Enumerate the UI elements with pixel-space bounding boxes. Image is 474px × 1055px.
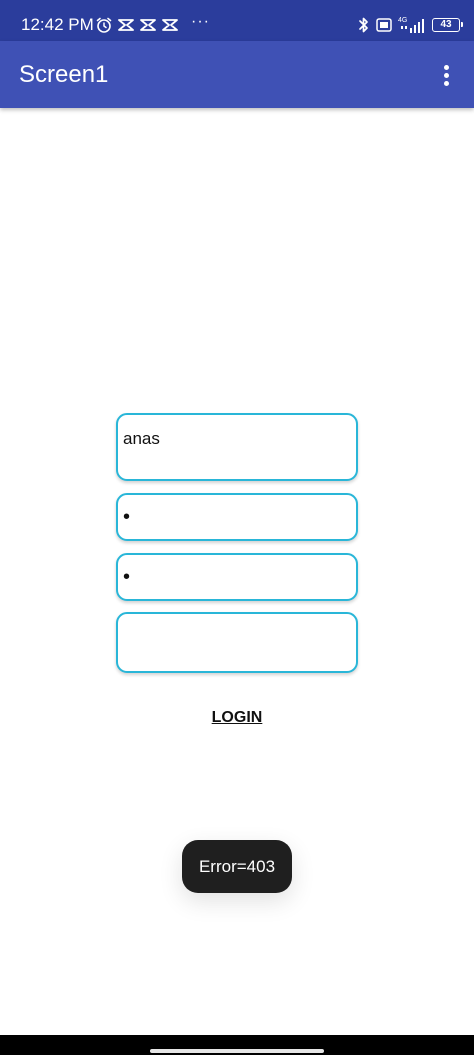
username-value: anas (123, 429, 160, 448)
more-vertical-icon[interactable] (434, 63, 458, 87)
username-field[interactable]: anas (116, 413, 358, 481)
status-left-icons: ··· (95, 14, 210, 36)
network-type-label: 4G (398, 17, 407, 24)
alarm-icon (95, 16, 113, 34)
password-field[interactable]: • (116, 493, 358, 541)
navigation-bar (0, 1035, 474, 1055)
password-value: • (123, 506, 131, 528)
bluetooth-icon (358, 16, 370, 34)
confirm-password-field[interactable]: • (116, 553, 358, 601)
toast-message: Error=403 (198, 856, 276, 876)
notification-icon (117, 17, 135, 33)
menu-dot (443, 80, 449, 86)
screen-title: Screen1 (19, 61, 109, 88)
menu-dot (443, 64, 449, 70)
status-time: 12:42 PM (21, 15, 94, 34)
app-bar: Screen1 (0, 41, 474, 108)
extra-text-field[interactable] (116, 612, 358, 673)
error-toast: Error=403 (182, 840, 292, 893)
login-button[interactable]: LOGIN (187, 706, 287, 730)
menu-dot (443, 72, 449, 78)
volte-icon (376, 17, 392, 33)
battery-level: 43 (440, 19, 452, 30)
notification-icon (139, 17, 157, 33)
status-right-icons: 4G 43 (358, 14, 463, 36)
notification-icon (161, 17, 179, 33)
status-bar: 12:42 PM ··· 4G 43 (0, 0, 474, 41)
confirm-password-value: • (123, 566, 131, 588)
signal-icon: 4G (398, 16, 426, 34)
more-notifications-indicator: ··· (191, 13, 210, 30)
home-indicator[interactable] (150, 1049, 324, 1053)
battery-icon: 43 (432, 18, 463, 32)
